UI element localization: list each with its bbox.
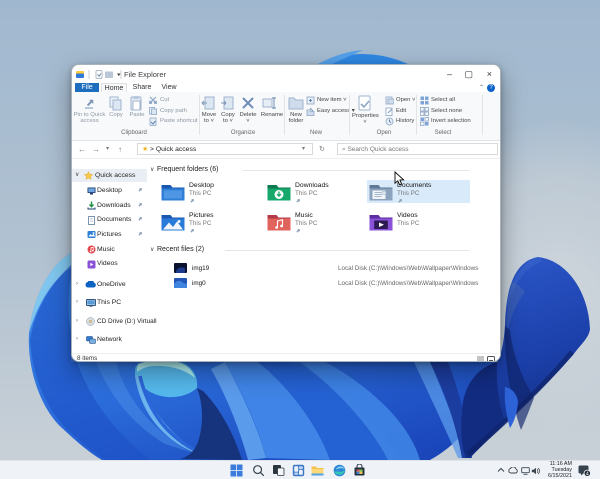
svg-text:4: 4 bbox=[586, 471, 589, 477]
